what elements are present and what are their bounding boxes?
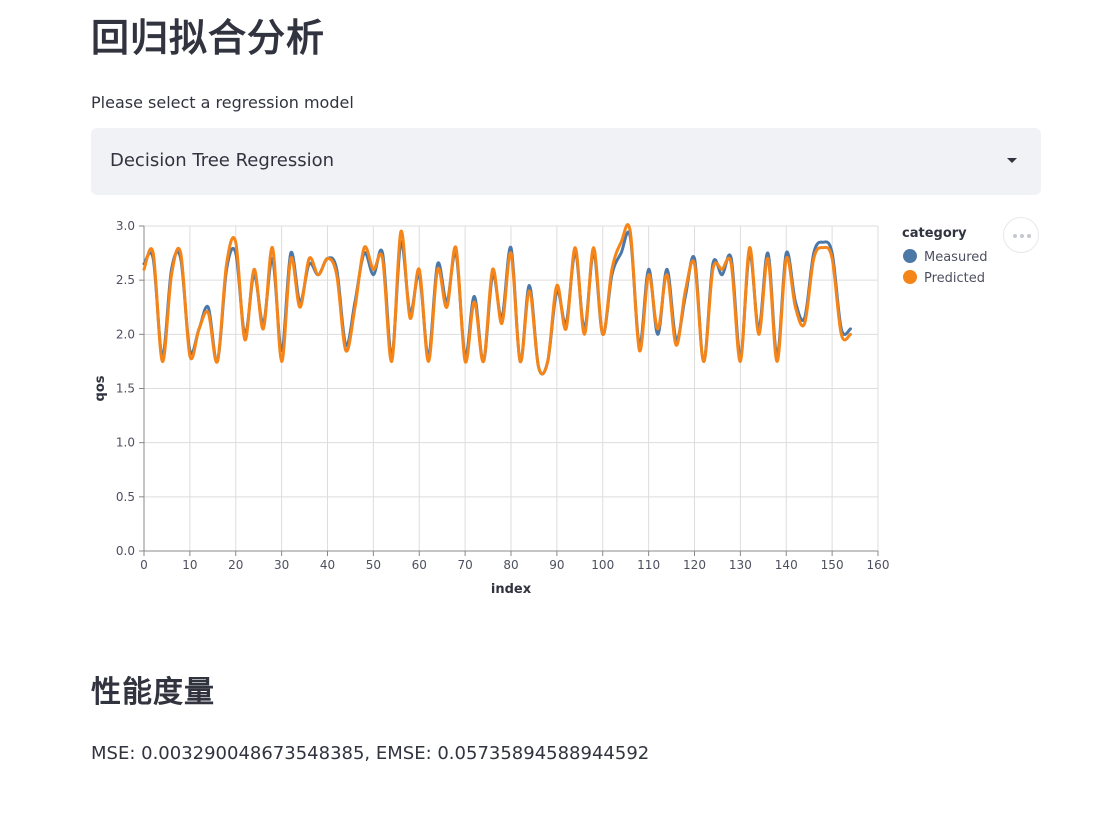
x-tick-label: 10 [182, 558, 197, 572]
x-tick-label: 20 [228, 558, 243, 572]
x-tick-label: 110 [637, 558, 660, 572]
x-tick-label: 80 [503, 558, 518, 572]
x-axis-title: index [491, 582, 532, 597]
y-tick-label: 3.0 [116, 219, 135, 233]
metrics-title: 性能度量 [91, 675, 215, 710]
x-tick-label: 140 [775, 558, 798, 572]
x-tick-label: 90 [549, 558, 564, 572]
regression-chart: 0 10 20 30 40 50 60 70 80 90 100 110 120 130 140 150 160… [0, 200, 1094, 610]
chevron-down-icon [1007, 158, 1017, 163]
y-tick-label: 2.5 [116, 273, 135, 287]
x-tick-label: 70 [457, 558, 472, 572]
x-tick-label: 50 [366, 558, 381, 572]
legend-label-measured[interactable]: Measured [924, 250, 988, 265]
x-tick-label: 160 [867, 558, 890, 572]
more-horizontal-icon [1020, 234, 1024, 238]
legend-label-predicted[interactable]: Predicted [924, 271, 985, 286]
x-tick-label: 130 [729, 558, 752, 572]
legend-swatch-predicted[interactable] [903, 270, 917, 284]
model-select-label: Please select a regression model [91, 93, 354, 112]
more-horizontal-icon [1013, 234, 1017, 238]
page-title: 回归拟合分析 [91, 16, 326, 60]
y-tick-label: 1.5 [116, 382, 135, 396]
metrics-values: MSE: 0.003290048673548385, EMSE: 0.05735… [91, 743, 650, 764]
x-tick-label: 0 [140, 558, 148, 572]
more-horizontal-icon [1027, 234, 1031, 238]
legend-title: category [902, 226, 967, 241]
y-tick-label: 2.0 [116, 327, 135, 341]
y-axis-title: qos [93, 375, 108, 401]
x-tick-label: 100 [591, 558, 614, 572]
y-tick-label: 0.0 [116, 544, 135, 558]
selected-model-value: Decision Tree Regression [110, 150, 335, 171]
x-tick-label: 150 [821, 558, 844, 572]
series-line-predicted [142, 223, 852, 376]
y-tick-label: 1.0 [116, 436, 135, 450]
chart-more-options-button[interactable] [1003, 217, 1039, 253]
x-tick-label: 120 [683, 558, 706, 572]
y-tick-label: 0.5 [116, 490, 135, 504]
x-tick-label: 30 [274, 558, 289, 572]
legend-swatch-measured[interactable] [903, 249, 917, 263]
line-chart-svg: 0 10 20 30 40 50 60 70 80 90 100 110 120 130 140 150 160… [93, 219, 988, 597]
x-tick-label: 40 [320, 558, 335, 572]
model-select[interactable]: Decision Tree Regression [91, 128, 1041, 195]
x-tick-label: 60 [412, 558, 427, 572]
streamlit-page: 回归拟合分析 Please select a regression model … [0, 0, 1094, 824]
